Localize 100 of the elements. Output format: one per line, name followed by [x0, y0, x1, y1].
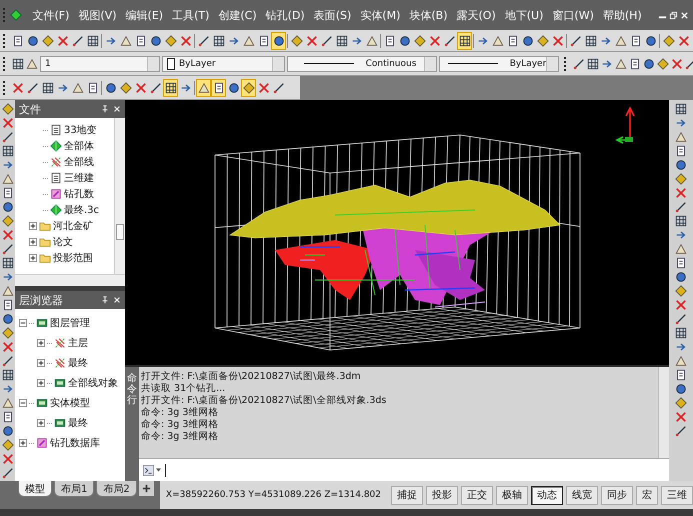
line-icon[interactable] [675, 201, 687, 213]
page-icon[interactable] [212, 82, 224, 94]
toolbar-button[interactable] [457, 32, 472, 50]
grid-icon[interactable] [675, 215, 687, 227]
menu-item[interactable]: 工具(T) [168, 8, 214, 22]
diamond-icon[interactable] [2, 103, 14, 115]
diamond-icon[interactable] [290, 34, 302, 46]
expand-icon[interactable] [29, 254, 37, 262]
pin-icon[interactable] [101, 296, 109, 304]
page-icon[interactable] [86, 82, 98, 94]
status-toggle-button[interactable]: 宏 [636, 486, 658, 504]
circle-icon[interactable] [150, 34, 162, 46]
page-icon[interactable] [258, 34, 270, 46]
grid-icon[interactable] [587, 58, 599, 70]
line-icon[interactable] [2, 243, 14, 255]
menu-item[interactable]: 窗口(W) [548, 8, 598, 22]
page-icon[interactable] [2, 299, 14, 311]
arrow-icon[interactable] [675, 341, 687, 353]
tree-item[interactable]: 最终 [68, 416, 88, 430]
circle-icon[interactable] [643, 58, 655, 70]
expand-icon[interactable] [37, 339, 45, 347]
cross-icon[interactable] [552, 34, 564, 46]
circle-icon[interactable] [104, 82, 116, 94]
line-icon[interactable] [198, 34, 210, 46]
tree-item[interactable]: 全部线对象 [68, 376, 118, 390]
line-icon[interactable] [150, 82, 162, 94]
page-icon[interactable] [675, 145, 687, 157]
layout-tab[interactable]: 模型 [18, 481, 52, 497]
caret-icon[interactable] [156, 468, 161, 472]
close-icon[interactable] [113, 296, 121, 304]
triangle-icon[interactable] [2, 173, 14, 185]
expand-icon[interactable] [37, 359, 45, 367]
circle-icon[interactable] [2, 425, 14, 437]
tree-item[interactable]: 论文 [53, 235, 73, 249]
triangle-icon[interactable] [26, 58, 38, 70]
circle-icon[interactable] [675, 383, 687, 395]
restore-icon[interactable] [669, 10, 678, 20]
tree-item[interactable]: 河北金矿 [53, 219, 93, 233]
arrow-icon[interactable] [228, 34, 240, 46]
line-icon[interactable] [2, 355, 14, 367]
tree-item[interactable]: 主层 [68, 336, 88, 350]
circle-icon[interactable] [675, 271, 687, 283]
status-toggle-button[interactable]: 同步 [601, 486, 633, 504]
tree-item[interactable]: 全部体 [64, 139, 94, 153]
diamond-icon[interactable] [662, 34, 674, 46]
tree-item[interactable]: 投影范围 [53, 251, 93, 265]
menu-item[interactable]: 表面(S) [309, 8, 356, 22]
diamond-icon[interactable] [675, 285, 687, 297]
grid-icon[interactable] [212, 34, 224, 46]
grid-icon[interactable] [584, 34, 596, 46]
page-icon[interactable] [384, 34, 396, 46]
menu-item[interactable]: 钻孔(D) [261, 8, 310, 22]
status-toggle-button[interactable]: 线宽 [566, 486, 598, 504]
3d-viewport[interactable] [125, 100, 669, 365]
diamond-icon[interactable] [164, 34, 176, 46]
menu-item[interactable]: 地下(U) [500, 8, 548, 22]
diamond-icon[interactable] [2, 439, 14, 451]
triangle-icon[interactable] [198, 82, 210, 94]
menu-item[interactable]: 文件(F) [28, 8, 74, 22]
tree-item[interactable]: 钻孔数据库 [50, 436, 100, 450]
cross-icon[interactable] [306, 34, 318, 46]
page-icon[interactable] [675, 369, 687, 381]
expand-icon[interactable] [37, 379, 45, 387]
arrow-icon[interactable] [104, 34, 116, 46]
triangle-icon[interactable] [675, 355, 687, 367]
toolbar-button[interactable] [241, 78, 256, 96]
toolbar-button[interactable] [163, 78, 178, 96]
triangle-icon[interactable] [492, 34, 504, 46]
collapse-icon[interactable] [19, 399, 27, 407]
arrow-icon[interactable] [600, 34, 612, 46]
scroll-thumb[interactable] [116, 224, 124, 240]
cross-icon[interactable] [671, 58, 683, 70]
arrow-icon[interactable] [2, 159, 14, 171]
arrow-icon[interactable] [350, 34, 362, 46]
pin-icon[interactable] [101, 105, 109, 113]
menu-item[interactable]: 编辑(E) [121, 8, 168, 22]
menu-item[interactable]: 实体(M) [356, 8, 405, 22]
status-toggle-button[interactable]: 捕捉 [391, 486, 423, 504]
status-toggle-button[interactable]: 极轴 [496, 486, 528, 504]
status-toggle-button[interactable]: 正交 [461, 486, 493, 504]
circle-icon[interactable] [398, 34, 410, 46]
menu-item[interactable]: 视图(V) [74, 8, 122, 22]
line-icon[interactable] [570, 34, 582, 46]
triangle-icon[interactable] [675, 243, 687, 255]
layer-dropdown[interactable]: 1 [40, 56, 160, 72]
cross-icon[interactable] [12, 82, 24, 94]
tree-item[interactable]: 33地变 [64, 123, 97, 137]
grid-icon[interactable] [675, 327, 687, 339]
circle-icon[interactable] [675, 159, 687, 171]
grid-icon[interactable] [2, 257, 14, 269]
diamond-icon[interactable] [536, 34, 548, 46]
tree-item[interactable]: 三维建 [64, 171, 94, 185]
tree-item[interactable]: 最终 [68, 356, 88, 370]
status-toggle-button[interactable]: 动态 [531, 486, 563, 504]
diamond-icon[interactable] [242, 82, 254, 94]
grid-icon[interactable] [12, 58, 24, 70]
cross-icon[interactable] [428, 34, 440, 46]
expand-icon[interactable] [37, 419, 45, 427]
arrow-icon[interactable] [2, 383, 14, 395]
grid-icon[interactable] [164, 82, 176, 94]
